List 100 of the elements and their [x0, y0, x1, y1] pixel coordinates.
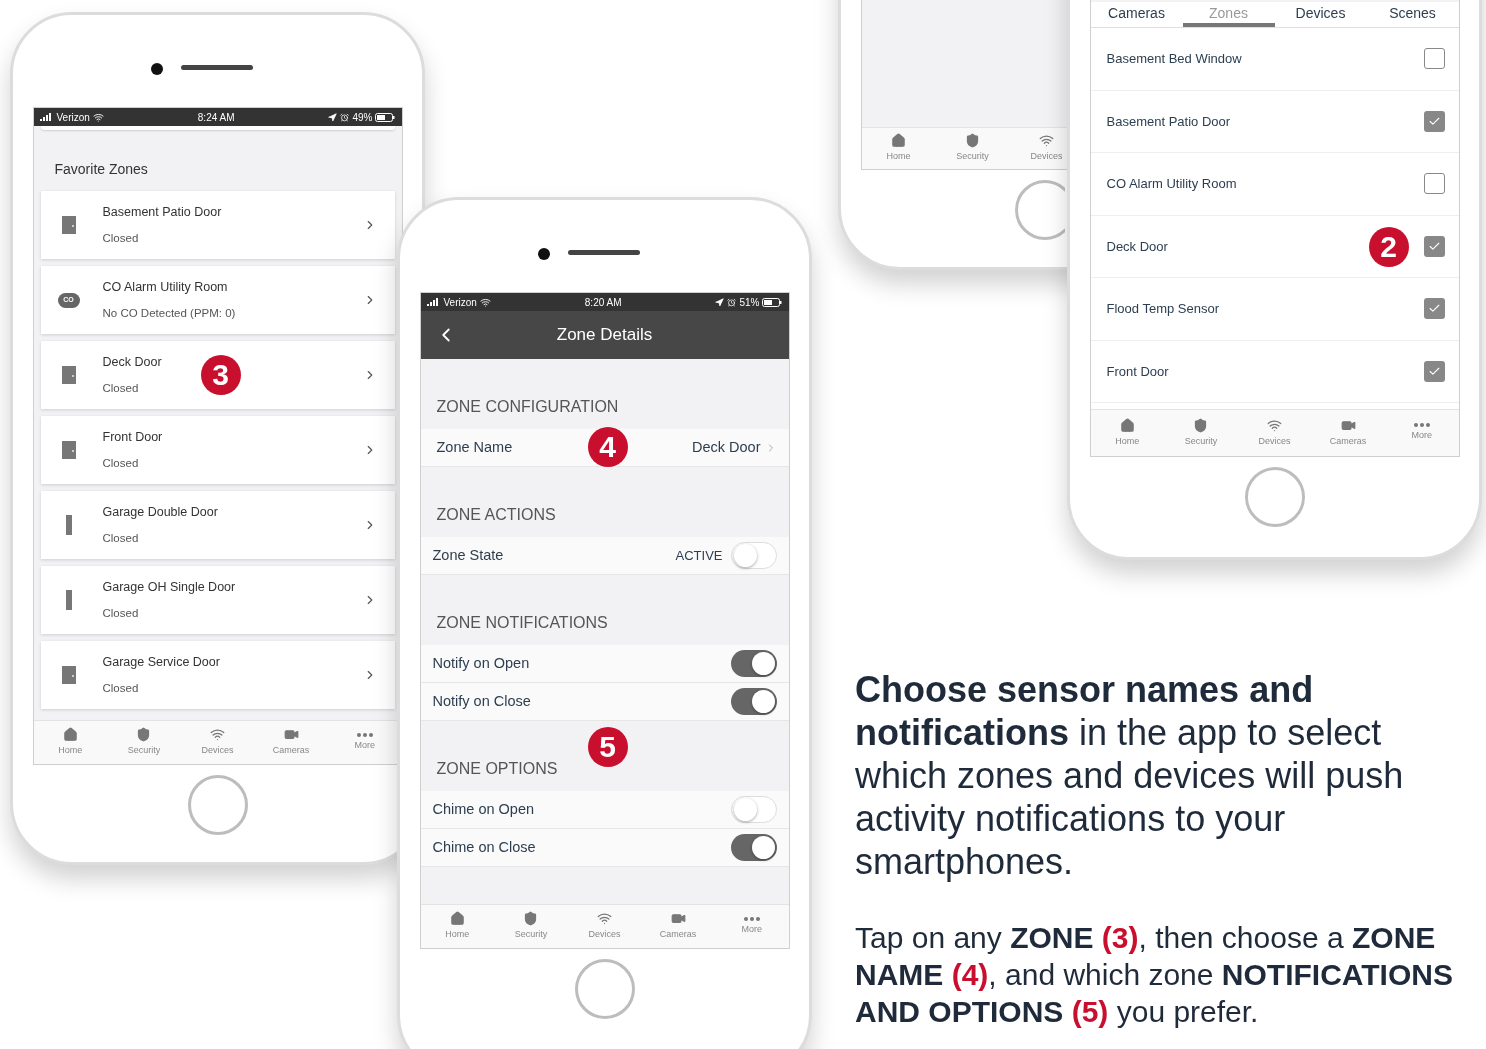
door-icon	[61, 441, 76, 459]
zone-card[interactable]: Front Door Closed	[40, 416, 395, 484]
tab[interactable]: Cameras	[1090, 2, 1183, 27]
row-value: ACTIVE	[675, 546, 723, 565]
wifi-icon	[597, 911, 612, 927]
more-icon	[1413, 423, 1430, 428]
checkbox[interactable]	[1423, 173, 1445, 195]
tab[interactable]: Scenes	[1366, 2, 1459, 27]
zone-name: Basement Bed Window	[1106, 50, 1242, 68]
zone-name: CO Alarm Utility Room	[1106, 175, 1237, 193]
carrier-text: Verizon	[443, 295, 477, 310]
home-icon	[1119, 417, 1135, 433]
battery-percent: 49%	[352, 110, 373, 125]
section-heading: ZONE OPTIONS	[436, 759, 558, 779]
wifi-icon	[210, 727, 225, 743]
checkbox[interactable]	[1423, 360, 1445, 382]
tab-bar-item[interactable]: More	[714, 905, 789, 948]
tab-bar-item[interactable]: Home	[1090, 410, 1165, 456]
door-icon	[61, 666, 76, 684]
wifi-icon	[92, 111, 104, 123]
zone-row[interactable]: Basement Patio Door	[1090, 90, 1459, 153]
checkbox[interactable]	[1423, 298, 1445, 320]
settings-row[interactable]: Notify on Open	[420, 645, 789, 683]
zone-card[interactable]: Deck Door Closed 3	[40, 341, 395, 409]
toggle-switch[interactable]	[730, 834, 777, 861]
tab-bar-item[interactable]: Security	[1164, 410, 1238, 456]
tab-bar-item[interactable]: Cameras	[1311, 410, 1385, 456]
settings-row[interactable]: Zone State ACTIVE	[420, 537, 789, 575]
toggle-switch[interactable]	[730, 796, 777, 823]
home-icon	[449, 911, 465, 927]
settings-row[interactable]: Chime on Close	[420, 829, 789, 867]
settings-row[interactable]: Chime on Open	[420, 791, 789, 829]
toggle-switch[interactable]	[730, 688, 777, 715]
tab-bar-item[interactable]: Devices	[1237, 410, 1312, 456]
tab-bar-item[interactable]: Cameras	[254, 721, 328, 764]
home-button[interactable]	[1015, 180, 1065, 240]
zone-title: Deck Door	[102, 353, 162, 371]
row-label: Notify on Close	[432, 691, 531, 711]
number-badge: 5	[587, 727, 628, 767]
speaker-slot	[181, 65, 253, 70]
more-icon	[743, 916, 760, 921]
battery-icon	[375, 112, 396, 122]
section-title: Favorite Zones	[53, 160, 149, 179]
section-heading: ZONE CONFIGURATION	[436, 397, 619, 417]
alarm-icon	[727, 297, 737, 307]
tab-bar-item[interactable]: Security	[494, 905, 568, 948]
zone-card[interactable]: Garage Double Door Closed	[40, 491, 395, 559]
wifi-icon	[1267, 417, 1282, 433]
tab-bar-item[interactable]: Home	[420, 905, 495, 948]
description: Tap on any ZONE (3), then choose a ZONE NAME (4), and which zone NOTIFICATIONS AND OPTIONS (5) you prefer.	[855, 920, 1454, 1030]
time-text: 8:20 AM	[584, 295, 622, 310]
screen-title: Zone Details	[556, 324, 653, 347]
zone-card[interactable]: Garage Service Door Closed	[40, 641, 395, 709]
wifi-icon	[1039, 133, 1054, 149]
battery-icon	[762, 297, 783, 307]
zone-card[interactable]: Basement Patio Door Closed	[40, 191, 395, 259]
zone-status: Closed	[102, 531, 139, 547]
zone-row[interactable]: Front Door	[1090, 340, 1459, 403]
checkbox[interactable]	[1423, 235, 1445, 257]
zone-row[interactable]: Flood Temp Sensor	[1090, 278, 1459, 341]
tab-bar-item[interactable]: Security	[107, 721, 181, 764]
tab-bar-item[interactable]: More	[327, 721, 402, 764]
section-heading: ZONE ACTIONS	[436, 505, 556, 525]
home-icon	[62, 727, 78, 743]
zone-title: Garage Double Door	[102, 503, 218, 521]
zone-row[interactable]: Deck Door 2	[1090, 215, 1459, 278]
zone-title: Garage OH Single Door	[102, 578, 236, 596]
zone-status: Closed	[102, 606, 139, 622]
checkbox[interactable]	[1423, 48, 1445, 70]
toggle-switch[interactable]	[730, 650, 777, 677]
tab-bar-item[interactable]: Devices	[180, 721, 255, 764]
zone-row[interactable]: CO Alarm Utility Room	[1090, 153, 1459, 216]
zone-status: No CO Detected (PPM: 0)	[102, 306, 236, 322]
tab[interactable]: Devices	[1274, 2, 1367, 27]
tab-bar-item[interactable]: Devices	[567, 905, 642, 948]
signal-icon	[39, 113, 54, 121]
zone-status: Closed	[102, 381, 139, 397]
row-label: Zone Name	[435, 437, 513, 457]
shield-icon	[136, 727, 152, 743]
settings-row[interactable]: Notify on Close	[420, 683, 789, 721]
signal-icon	[426, 298, 441, 306]
toggle-switch[interactable]	[730, 542, 777, 569]
shield-icon	[965, 133, 980, 149]
tab-bar-item[interactable]: Home	[33, 721, 108, 764]
zone-row[interactable]: Basement Bed Window	[1090, 28, 1459, 91]
tab-bar-item[interactable]: Security	[956, 133, 989, 164]
zone-status: Closed	[102, 456, 139, 472]
wifi-icon	[479, 296, 491, 308]
more-icon	[356, 732, 373, 737]
home-icon	[891, 133, 906, 149]
tab-bar-item[interactable]: More	[1384, 410, 1459, 456]
zone-name: Front Door	[1106, 362, 1169, 381]
checkbox[interactable]	[1423, 110, 1445, 132]
tab-bar-item[interactable]: Cameras	[641, 905, 715, 948]
zone-name: Flood Temp Sensor	[1106, 300, 1219, 318]
settings-row[interactable]: Zone Name 4 Deck Door	[420, 429, 789, 467]
tab-bar-item[interactable]: Home	[886, 133, 911, 164]
zone-name: Basement Patio Door	[1106, 112, 1231, 131]
tab-bar-item[interactable]: Devices	[1030, 133, 1063, 164]
zone-card[interactable]: Garage OH Single Door Closed	[40, 566, 395, 634]
